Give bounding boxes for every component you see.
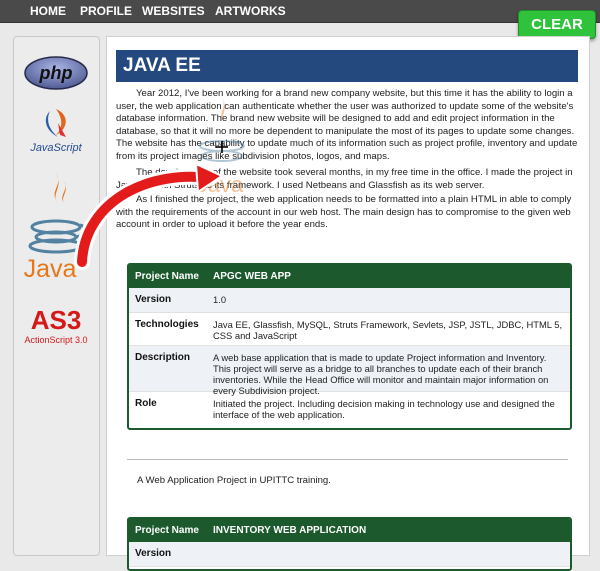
page-title: JAVA EE <box>116 50 578 82</box>
javascript-icon[interactable]: JavaScript <box>20 103 92 155</box>
table-row: Description A web base application that … <box>129 346 570 396</box>
nav-websites[interactable]: WEBSITES <box>142 4 205 18</box>
development-paragraph: The development of the website took seve… <box>116 167 573 191</box>
intro-paragraph: Year 2012, I've been working for a brand… <box>116 88 578 162</box>
nav-home[interactable]: HOME <box>30 4 66 18</box>
row-key: Version <box>135 294 172 305</box>
php-logo-text: php <box>39 63 73 83</box>
top-navigation: HOME PROFILE WEBSITES ARTWORKS <box>0 0 600 23</box>
nav-artworks[interactable]: ARTWORKS <box>215 4 286 18</box>
nav-profile[interactable]: PROFILE <box>80 4 132 18</box>
technology-sidebar: php JavaScript Java AS3 ActionScript 3.0 <box>13 36 100 556</box>
actionscript-icon[interactable]: AS3 ActionScript 3.0 <box>18 299 94 347</box>
row-key: Technologies <box>135 319 199 330</box>
clear-button[interactable]: CLEAR <box>518 10 596 39</box>
project-card-header: Project Name APGC WEB APP <box>129 265 570 288</box>
row-key: Role <box>135 398 157 409</box>
as3-subtitle: ActionScript 3.0 <box>24 335 87 345</box>
table-row: Version 1.0 <box>129 288 570 313</box>
java-icon[interactable]: Java <box>20 167 92 287</box>
project-card-inventory: Project Name INVENTORY WEB APPLICATION V… <box>127 517 572 571</box>
deployment-paragraph: As I finished the project, the web appli… <box>116 194 572 231</box>
divider <box>127 459 568 460</box>
table-row: Role Initiated the project. Including de… <box>129 392 570 428</box>
table-row: Technologies Java EE, Glassfish, MySQL, … <box>129 313 570 346</box>
table-row: Version <box>129 542 570 567</box>
project-name-label: Project Name <box>135 525 199 536</box>
java-logo-text: Java <box>24 255 77 283</box>
row-value: Java EE, Glassfish, MySQL, Struts Framew… <box>213 319 563 341</box>
project-caption: A Web Application Project in UPITTC trai… <box>137 475 331 486</box>
project-name-value: INVENTORY WEB APPLICATION <box>213 525 367 536</box>
row-value: A web base application that is made to u… <box>213 352 549 396</box>
row-key: Description <box>135 352 191 363</box>
main-content: JAVA EE Year 2012, I've been working for… <box>106 36 590 571</box>
row-value: Initiated the project. Including decisio… <box>213 398 555 420</box>
project-card-apgc: Project Name APGC WEB APP Version 1.0 Te… <box>127 263 572 430</box>
row-value: 1.0 <box>213 294 227 305</box>
project-name-label: Project Name <box>135 271 199 282</box>
javascript-logo-text: JavaScript <box>29 142 82 154</box>
as3-logo-text: AS3 <box>31 305 82 335</box>
project-name-value: APGC WEB APP <box>213 271 291 282</box>
project-card-header: Project Name INVENTORY WEB APPLICATION <box>129 519 570 542</box>
php-icon[interactable]: php <box>23 55 89 91</box>
